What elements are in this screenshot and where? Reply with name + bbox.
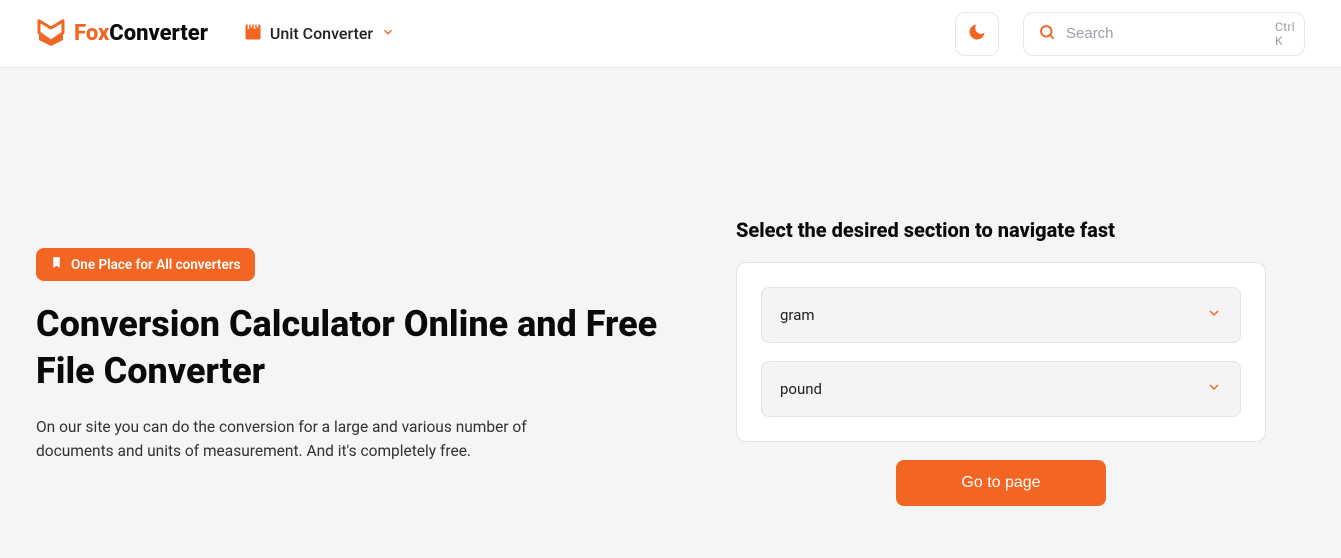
hero-section: One Place for All converters Conversion … bbox=[36, 68, 676, 558]
fox-logo-icon bbox=[36, 16, 66, 52]
quicknav-heading: Select the desired section to navigate f… bbox=[736, 218, 1266, 242]
to-unit-value: pound bbox=[780, 380, 822, 398]
main-content: One Place for All converters Conversion … bbox=[0, 68, 1341, 558]
chevron-down-icon bbox=[381, 24, 395, 43]
hero-subtitle: On our site you can do the conversion fo… bbox=[36, 415, 556, 463]
hero-badge-text: One Place for All converters bbox=[71, 257, 241, 273]
theme-toggle-button[interactable] bbox=[955, 12, 999, 56]
quicknav-card: gram pound bbox=[736, 262, 1266, 442]
brand-logo[interactable]: FoxConverter bbox=[36, 16, 208, 52]
go-to-page-button[interactable]: Go to page bbox=[896, 460, 1106, 506]
search-input[interactable] bbox=[1066, 25, 1265, 42]
moon-icon bbox=[967, 22, 987, 45]
chevron-down-icon bbox=[1206, 305, 1222, 325]
hero-badge: One Place for All converters bbox=[36, 248, 255, 281]
ruler-icon bbox=[244, 23, 262, 45]
search-box[interactable]: Ctrl K bbox=[1023, 12, 1305, 56]
search-shortcut: Ctrl K bbox=[1275, 20, 1295, 48]
to-unit-select[interactable]: pound bbox=[761, 361, 1241, 417]
search-icon bbox=[1038, 23, 1056, 45]
bookmark-icon bbox=[50, 256, 63, 273]
brand-first: Fox bbox=[74, 21, 109, 46]
nav-label: Unit Converter bbox=[270, 24, 373, 43]
hero-title: Conversion Calculator Online and Free Fi… bbox=[36, 301, 676, 395]
from-unit-value: gram bbox=[780, 306, 815, 324]
brand-second: Converter bbox=[109, 21, 208, 46]
nav-unit-converter[interactable]: Unit Converter bbox=[244, 23, 395, 45]
from-unit-select[interactable]: gram bbox=[761, 287, 1241, 343]
chevron-down-icon bbox=[1206, 379, 1222, 399]
quicknav-section: Select the desired section to navigate f… bbox=[736, 68, 1266, 558]
top-header: FoxConverter Unit Converter Ctrl K bbox=[0, 0, 1341, 68]
